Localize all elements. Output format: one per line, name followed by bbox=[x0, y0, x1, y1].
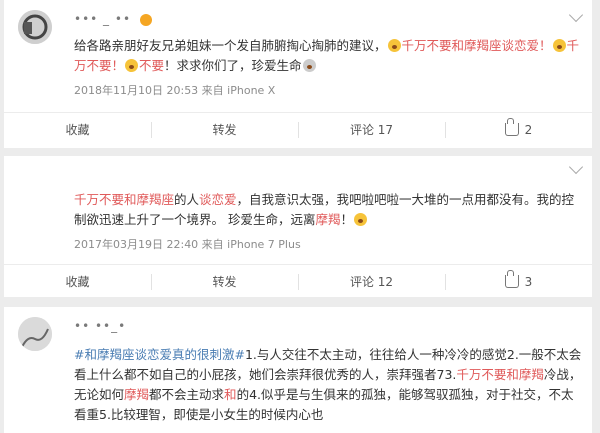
action-bar: 收藏 转发 评论 17 2 bbox=[4, 112, 592, 146]
username[interactable]: ••• _ •• bbox=[74, 12, 131, 26]
text-segment: 的人 bbox=[174, 192, 200, 207]
repost-label: 转发 bbox=[212, 123, 237, 137]
emoji-icon bbox=[387, 39, 401, 52]
chevron-down-icon[interactable] bbox=[568, 7, 584, 23]
emoji-icon bbox=[552, 39, 566, 52]
post-card-3: •• ••_• #和摩羯座谈恋爱真的很刺激#1.与人交往不太主动，往往给人一种冷… bbox=[4, 307, 592, 433]
text-segment: ！求求你们了，珍爱生命 bbox=[164, 58, 302, 73]
favorite-label: 收藏 bbox=[65, 123, 90, 137]
highlight-text: 千万不要和摩羯座 bbox=[74, 192, 175, 207]
action-bar: 收藏 转发 评论 12 3 bbox=[4, 264, 592, 298]
thumb-up-icon bbox=[504, 118, 519, 136]
hashtag-link[interactable]: #和摩羯座谈恋爱真的很刺激# bbox=[74, 347, 245, 362]
highlight-text: 谈恋爱 bbox=[199, 192, 237, 207]
text-segment: ！ bbox=[340, 212, 354, 227]
like-button[interactable]: 2 bbox=[445, 113, 592, 146]
post-card-1: ••• _ •• 给各路亲朋好友兄弟姐妹一个发自肺腑掏心掏肺的建议， 千万不要和摩… bbox=[4, 0, 592, 148]
avatar-image bbox=[18, 10, 52, 44]
text-segment: 都不会主动求 bbox=[149, 387, 225, 402]
post-text: #和摩羯座谈恋爱真的很刺激#1.与人交往不太主动，往往给人一种冷冷的感觉2.一般… bbox=[74, 345, 584, 425]
thumb-up-icon bbox=[504, 270, 519, 288]
chevron-down-icon[interactable] bbox=[568, 159, 584, 175]
like-count: 2 bbox=[524, 122, 533, 137]
emoji-icon bbox=[354, 213, 368, 226]
post-meta: 2018年11月10日 20:53 来自 iPhone X bbox=[74, 84, 276, 97]
comment-label: 评论 17 bbox=[349, 123, 394, 137]
emoji-icon bbox=[125, 59, 139, 72]
post-card-2: 千万不要和摩羯座的人谈恋爱，自我意识太强，我吧啦吧啦一大堆的一点用都没有。我的控… bbox=[4, 156, 592, 297]
comment-button[interactable]: 评论 17 bbox=[298, 113, 445, 146]
verified-badge-icon bbox=[140, 14, 152, 26]
favorite-button[interactable]: 收藏 bbox=[4, 113, 151, 146]
repost-button[interactable]: 转发 bbox=[151, 113, 298, 146]
comment-button[interactable]: 评论 12 bbox=[298, 265, 445, 298]
favorite-label: 收藏 bbox=[65, 275, 90, 289]
post-text: 千万不要和摩羯座的人谈恋爱，自我意识太强，我吧啦吧啦一大堆的一点用都没有。我的控… bbox=[74, 190, 584, 230]
highlight-text: 摩羯 bbox=[315, 212, 341, 227]
emoji-icon bbox=[302, 59, 316, 72]
highlight-text: 千万不要和摩羯座谈恋爱！ bbox=[401, 38, 552, 53]
username[interactable]: •• ••_• bbox=[74, 319, 126, 333]
highlight-text: 和 bbox=[224, 387, 237, 402]
favorite-button[interactable]: 收藏 bbox=[4, 265, 151, 298]
like-button[interactable]: 3 bbox=[445, 265, 592, 298]
highlight-text: 千万不要和摩羯 bbox=[456, 367, 544, 382]
repost-label: 转发 bbox=[212, 275, 237, 289]
post-meta: 2017年03月19日 22:40 来自 iPhone 7 Plus bbox=[74, 238, 301, 251]
avatar[interactable] bbox=[18, 317, 52, 351]
highlight-text: 摩羯 bbox=[124, 387, 150, 402]
text-segment: 给各路亲朋好友兄弟姐妹一个发自肺腑掏心掏肺的建议， bbox=[74, 38, 387, 53]
comment-label: 评论 12 bbox=[349, 275, 394, 289]
like-count: 3 bbox=[524, 274, 533, 289]
highlight-text: 不要 bbox=[139, 58, 165, 73]
avatar[interactable] bbox=[18, 10, 52, 44]
post-text: 给各路亲朋好友兄弟姐妹一个发自肺腑掏心掏肺的建议， 千万不要和摩羯座谈恋爱！ 千万不… bbox=[74, 36, 584, 76]
repost-button[interactable]: 转发 bbox=[151, 265, 298, 298]
avatar-image bbox=[18, 317, 52, 351]
